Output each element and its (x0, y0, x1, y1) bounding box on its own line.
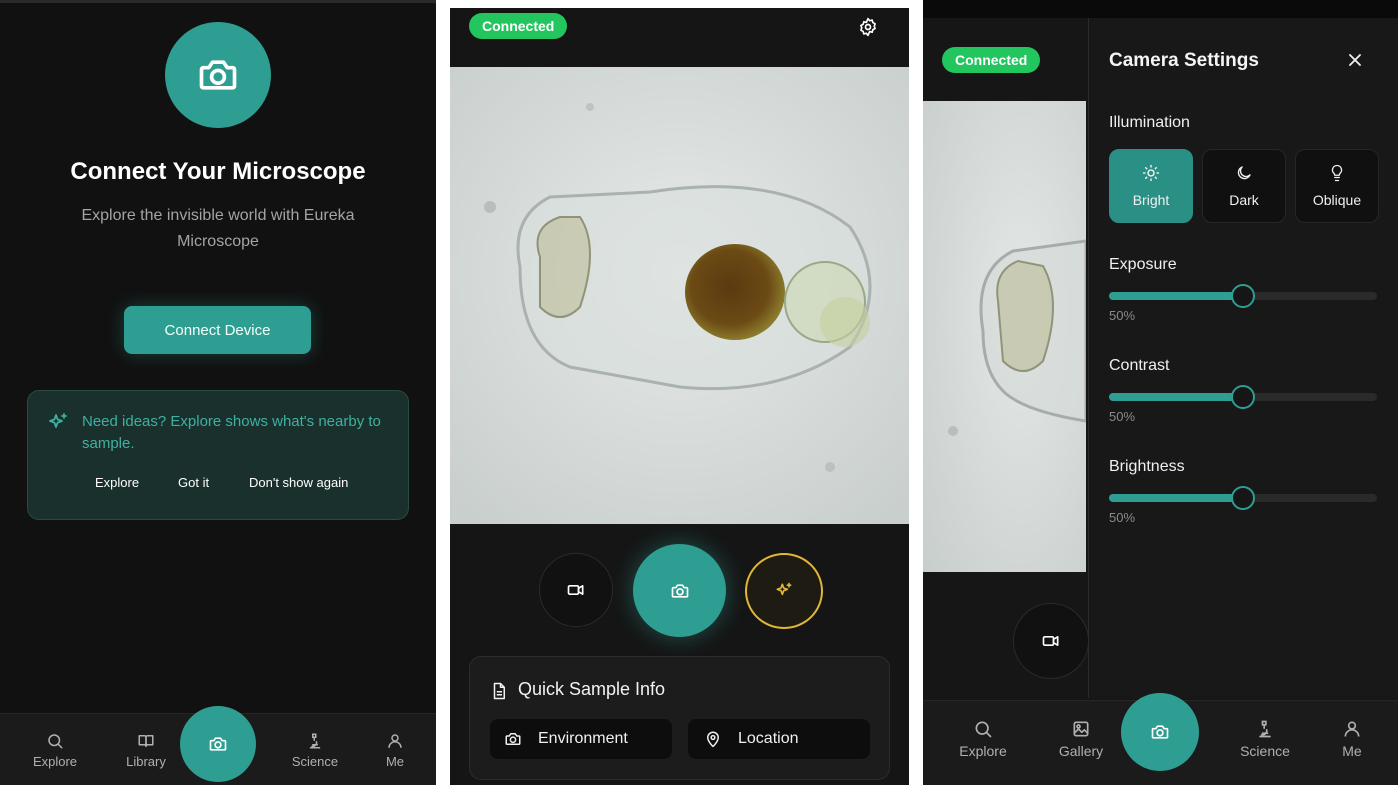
exposure-slider-thumb[interactable] (1231, 284, 1255, 308)
nav-science-label: Science (1240, 743, 1290, 759)
video-icon (566, 580, 586, 600)
exposure-label: Exposure (1109, 256, 1177, 273)
nav-me-label: Me (1342, 743, 1362, 759)
top-strip (923, 0, 1398, 18)
illumination-label: Illumination (1109, 114, 1190, 131)
page-subtitle: Explore the invisible world with Eureka … (81, 207, 355, 250)
bottom-nav: Explore Library Science Me (0, 706, 436, 785)
gallery-icon (1071, 719, 1091, 739)
top-divider (0, 0, 436, 3)
nav-library[interactable]: Library (111, 732, 181, 769)
contrast-value: 50% (1109, 409, 1136, 424)
tip-text: Need ideas? Explore shows what's nearby … (82, 413, 381, 452)
contrast-slider-fill (1109, 393, 1243, 401)
user-icon (1342, 719, 1362, 739)
connect-device-button[interactable]: Connect Device (124, 306, 311, 354)
nav-library-label: Library (126, 754, 166, 769)
illumination-dark-button[interactable]: Dark (1202, 149, 1286, 223)
nav-explore-label: Explore (32, 754, 78, 769)
nav-gallery[interactable]: Gallery (1046, 719, 1116, 759)
contrast-slider[interactable] (1109, 385, 1377, 409)
close-icon[interactable] (1345, 50, 1365, 70)
contrast-label: Contrast (1109, 357, 1170, 374)
exposure-slider-fill (1109, 292, 1243, 300)
sun-icon (1142, 164, 1160, 182)
tip-card: Need ideas? Explore shows what's nearby … (27, 390, 409, 520)
nav-me-label: Me (385, 754, 405, 769)
bottom-nav: Explore Gallery Science Me (923, 693, 1398, 785)
quick-sample-title: Quick Sample Info (518, 679, 666, 699)
environment-chip[interactable]: Environment (490, 719, 672, 759)
nav-science[interactable]: Science (1230, 719, 1300, 759)
nav-science-label: Science (291, 754, 339, 769)
camera-settings-panel: Camera Settings Illumination Bright Dark… (1088, 18, 1398, 698)
nav-explore-label: Explore (959, 743, 1007, 759)
specimen-image (450, 67, 909, 524)
connection-status-badge: Connected (469, 13, 568, 39)
brightness-slider-thumb[interactable] (1231, 486, 1255, 510)
search-icon (973, 719, 993, 739)
quick-sample-card: Quick Sample Info Environment Location (469, 656, 890, 780)
microscope-icon (1255, 719, 1275, 739)
top-strip (450, 0, 909, 8)
nav-explore[interactable]: Explore (20, 732, 90, 769)
exposure-slider[interactable] (1109, 284, 1377, 308)
lightbulb-icon (1328, 164, 1346, 182)
illumination-bright-button[interactable]: Bright (1109, 149, 1193, 223)
tip-explore-button[interactable]: Explore (95, 475, 139, 490)
location-chip[interactable]: Location (688, 719, 870, 759)
panel-title: Camera Settings (1109, 50, 1259, 71)
location-pin-icon (704, 730, 722, 748)
connection-status-badge: Connected (942, 47, 1041, 73)
microscope-live-view[interactable] (923, 101, 1086, 572)
nav-camera-button[interactable] (180, 706, 256, 782)
nav-camera-button[interactable] (1121, 693, 1199, 771)
book-icon (137, 732, 155, 750)
connect-screen: Connect Your Microscope Explore the invi… (0, 0, 436, 785)
capture-photo-button[interactable] (633, 544, 726, 637)
illumination-dark-label: Dark (1229, 192, 1259, 208)
location-label: Location (738, 730, 799, 747)
camera-icon (504, 730, 522, 748)
camera-icon (670, 581, 690, 601)
moon-icon (1235, 164, 1253, 182)
brightness-label: Brightness (1109, 458, 1185, 475)
contrast-slider-thumb[interactable] (1231, 385, 1255, 409)
illumination-oblique-button[interactable]: Oblique (1295, 149, 1379, 223)
illumination-bright-label: Bright (1132, 192, 1170, 208)
environment-label: Environment (538, 730, 628, 747)
brightness-value: 50% (1109, 510, 1136, 525)
exposure-value: 50% (1109, 308, 1136, 323)
nav-gallery-label: Gallery (1058, 743, 1104, 759)
microscope-icon (306, 732, 324, 750)
nav-explore[interactable]: Explore (948, 719, 1018, 759)
tip-got-it-button[interactable]: Got it (178, 475, 209, 490)
ai-identify-button[interactable] (745, 553, 823, 629)
user-icon (386, 732, 404, 750)
brightness-slider[interactable] (1109, 486, 1377, 510)
nav-me[interactable]: Me (360, 732, 430, 769)
document-icon (490, 682, 508, 700)
video-icon (1041, 631, 1061, 651)
camera-settings-screen: Connected Camera Settings Illumination B… (923, 0, 1398, 785)
video-record-button[interactable] (1013, 603, 1089, 679)
live-view-screen: Connected Quick Sample Info Environment … (450, 0, 909, 785)
nav-science[interactable]: Science (280, 732, 350, 769)
microscope-live-view[interactable] (450, 67, 909, 524)
camera-hero (165, 22, 271, 128)
gear-icon[interactable] (858, 17, 878, 37)
camera-icon (208, 734, 228, 754)
camera-icon (1150, 722, 1170, 742)
sparkles-icon (46, 411, 70, 435)
sparkles-icon (774, 581, 794, 601)
search-icon (46, 732, 64, 750)
camera-icon (196, 53, 240, 97)
tip-dont-show-button[interactable]: Don't show again (249, 475, 348, 490)
specimen-image (923, 101, 1086, 572)
nav-me[interactable]: Me (1317, 719, 1387, 759)
illumination-oblique-label: Oblique (1312, 192, 1362, 208)
page-title: Connect Your Microscope (70, 158, 366, 185)
video-record-button[interactable] (539, 553, 613, 627)
brightness-slider-fill (1109, 494, 1243, 502)
